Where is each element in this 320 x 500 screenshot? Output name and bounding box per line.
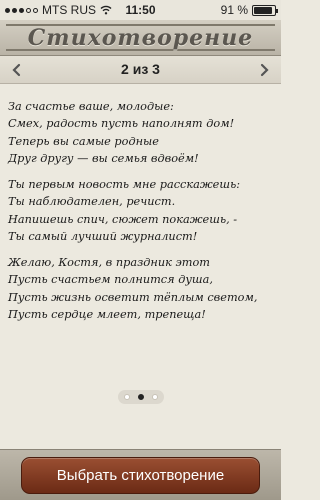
- bottom-bar: Выбрать стихотворение: [0, 449, 281, 500]
- poem-stanza: За счастье ваше, молодые: Смех, радость п…: [8, 98, 276, 168]
- poem-line: Пусть счастьем полнится душа,: [8, 273, 213, 287]
- poem-stanza: Ты первым новость мне расскажешь: Ты набл…: [8, 176, 276, 246]
- battery-fill: [254, 6, 273, 14]
- page-dot: [123, 394, 130, 400]
- chevron-right-icon: [260, 63, 269, 77]
- battery-icon: [252, 4, 278, 16]
- poem-line: Теперь вы самые родные: [8, 134, 159, 148]
- poem-line: Ты первым новость мне расскажешь:: [8, 178, 241, 192]
- status-right: 91 %: [220, 3, 278, 17]
- poem-line: Ты наблюдателен, речист.: [8, 195, 176, 209]
- poem-line: Желаю, Костя, в праздник этот: [8, 256, 211, 270]
- poem-text: За счастье ваше, молодые: Смех, радость п…: [8, 98, 276, 332]
- poem-line: Пусть сердце млеет, трепеща!: [8, 308, 206, 322]
- poem-line: Смех, радость пусть наполнят дом!: [8, 117, 235, 131]
- poem-stanza: Желаю, Костя, в праздник этот Пусть счаст…: [8, 254, 276, 324]
- page-dots-pill: [117, 390, 164, 404]
- poem-line: Ты самый лучший журналист!: [8, 230, 198, 244]
- poem-line: Напишешь спич, сюжет покажешь, -: [8, 212, 238, 226]
- poem-line: За счастье ваше, молодые:: [8, 100, 174, 113]
- poem-line: Пусть жизнь осветит тёплым светом,: [8, 290, 258, 304]
- page-dot: [151, 394, 158, 400]
- select-poem-button[interactable]: Выбрать стихотворение: [21, 457, 260, 494]
- battery-percent: 91 %: [220, 3, 248, 17]
- title-bar: Стихотворение: [0, 20, 281, 56]
- pager-label: 2 из 3: [121, 61, 160, 77]
- page-dot-active: [137, 394, 144, 400]
- page-title: Стихотворение: [27, 24, 254, 51]
- status-bar: MTS RUS 11:50 91 %: [0, 0, 281, 20]
- poem-line: Друг другу — вы семья вдвоём!: [8, 152, 199, 166]
- next-poem-button[interactable]: [255, 60, 275, 80]
- page-indicator[interactable]: [0, 390, 281, 404]
- pager-bar: 2 из 3: [0, 56, 281, 84]
